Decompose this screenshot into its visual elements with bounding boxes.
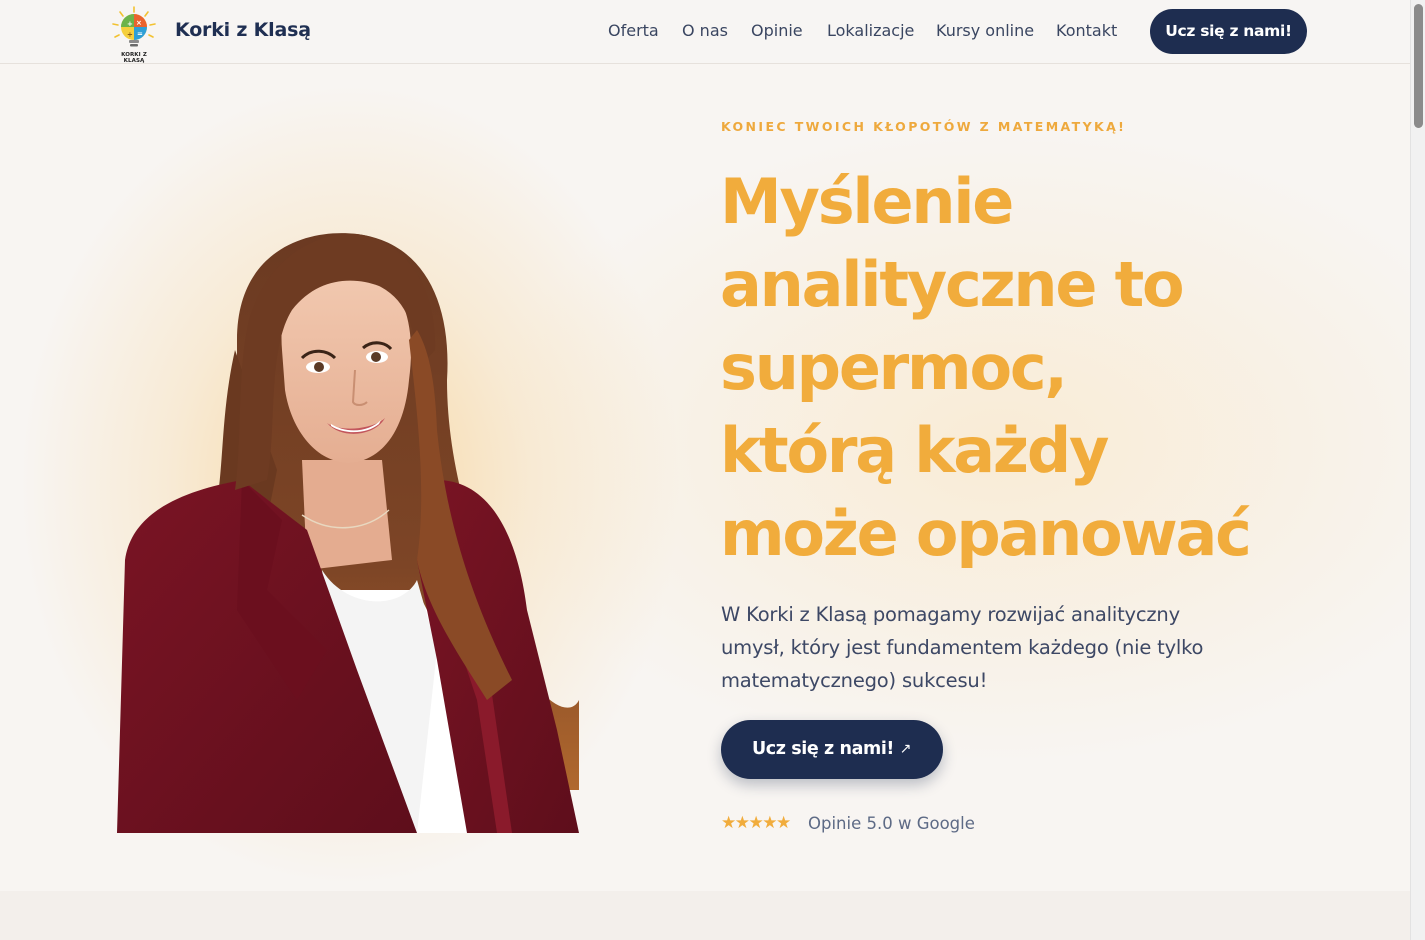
brand-name[interactable]: Korki z Klasą: [175, 19, 311, 41]
hero-cta-button[interactable]: Ucz się z nami! ↗: [721, 720, 943, 779]
header-cta-button[interactable]: Ucz się z nami!: [1150, 9, 1307, 54]
scrollbar-thumb[interactable]: [1414, 4, 1423, 128]
page-scrollbar[interactable]: [1410, 0, 1425, 940]
next-section: [0, 891, 1410, 940]
svg-text:×: ×: [136, 19, 142, 27]
hero-eyebrow: KONIEC TWOICH KŁOPOTÓW Z MATEMATYKĄ!: [721, 119, 1127, 134]
svg-text:+: +: [127, 20, 133, 28]
page: + × ÷ = KORKI Z KLASĄ Korki z Klasą Ofer…: [0, 0, 1410, 940]
logo[interactable]: + × ÷ = KORKI Z KLASĄ: [110, 6, 158, 64]
teacher-portrait: [117, 230, 579, 833]
hero-description: W Korki z Klasą pomagamy rozwijać analit…: [721, 603, 1204, 692]
hero-headline: Myślenie analityczne to supermoc, którą …: [720, 165, 1252, 570]
svg-text:÷: ÷: [127, 31, 133, 39]
teacher-portrait-photo: [117, 233, 579, 833]
arrow-up-right-icon: ↗: [899, 741, 912, 757]
nav-item-oferta[interactable]: Oferta: [608, 21, 659, 40]
hero-cta-label: Ucz się z nami!: [752, 739, 894, 759]
nav-item-opinie[interactable]: Opinie: [751, 21, 803, 40]
nav-item-o-nas[interactable]: O nas: [682, 21, 728, 40]
rating-text: Opinie 5.0 w Google: [808, 814, 975, 833]
star-rating-icon: ★★★★★: [721, 813, 791, 833]
nav-item-lokalizacje[interactable]: Lokalizacje: [827, 21, 914, 40]
lightbulb-logo-icon: + × ÷ =: [112, 6, 156, 47]
svg-text:=: =: [137, 30, 143, 38]
nav-item-kontakt[interactable]: Kontakt: [1056, 21, 1117, 40]
nav-item-kursy-online[interactable]: Kursy online: [936, 21, 1034, 40]
logo-caption: KORKI Z KLASĄ: [121, 52, 147, 64]
site-header: + × ÷ = KORKI Z KLASĄ Korki z Klasą Ofer…: [0, 0, 1410, 64]
